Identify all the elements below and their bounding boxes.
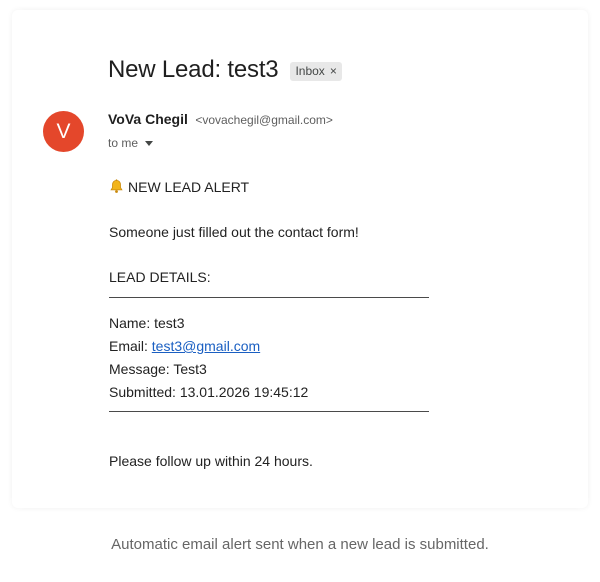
lead-submitted-label: Submitted: [109, 384, 180, 400]
lead-name-line: Name: test3 [109, 315, 184, 331]
sender-row: VoVa Chegil <vovachegil@gmail.com> [108, 111, 333, 129]
divider-top [109, 297, 429, 298]
divider-bottom [109, 411, 429, 412]
alert-title: NEW LEAD ALERT [128, 179, 250, 195]
email-subject: New Lead: test3 [108, 56, 279, 83]
close-icon[interactable]: × [330, 64, 337, 78]
lead-message-label: Message: [109, 361, 174, 377]
lead-email-link[interactable]: test3@gmail.com [152, 338, 260, 354]
alert-title-line: NEW LEAD ALERT [109, 179, 249, 195]
lead-name-label: Name: [109, 315, 155, 331]
page: New Lead: test3 Inbox × V VoVa Chegil <v… [0, 0, 600, 582]
recipient-details-toggle[interactable]: to me [108, 136, 154, 150]
sender-name[interactable]: VoVa Chegil [108, 111, 188, 127]
lead-email-label: Email: [109, 338, 152, 354]
lead-submitted-value: 13.01.2026 19:45:12 [179, 384, 309, 400]
lead-name-value: test3 [154, 315, 185, 331]
inbox-label-chip[interactable]: Inbox × [290, 62, 342, 81]
sender-email: <vovachegil@gmail.com> [195, 113, 333, 127]
chevron-down-icon[interactable] [145, 141, 154, 146]
lead-email-line: Email: test3@gmail.com [109, 338, 260, 354]
avatar[interactable]: V [43, 111, 84, 152]
inbox-label-text: Inbox [295, 64, 325, 78]
subject-row: New Lead: test3 Inbox × [108, 56, 342, 84]
lead-submitted-line: Submitted: 13.01.2026 19:45:12 [109, 384, 308, 400]
email-card [12, 10, 588, 508]
details-heading: LEAD DETAILS: [109, 269, 211, 285]
lead-message-line: Message: Test3 [109, 361, 207, 377]
closing-text: Please follow up within 24 hours. [109, 453, 313, 469]
intro-text: Someone just filled out the contact form… [109, 224, 359, 240]
lead-message-value: Test3 [173, 361, 207, 377]
bell-icon [110, 179, 123, 193]
avatar-letter: V [56, 119, 71, 143]
caption: Automatic email alert sent when a new le… [111, 536, 489, 553]
recipient-line: to me [108, 136, 139, 150]
